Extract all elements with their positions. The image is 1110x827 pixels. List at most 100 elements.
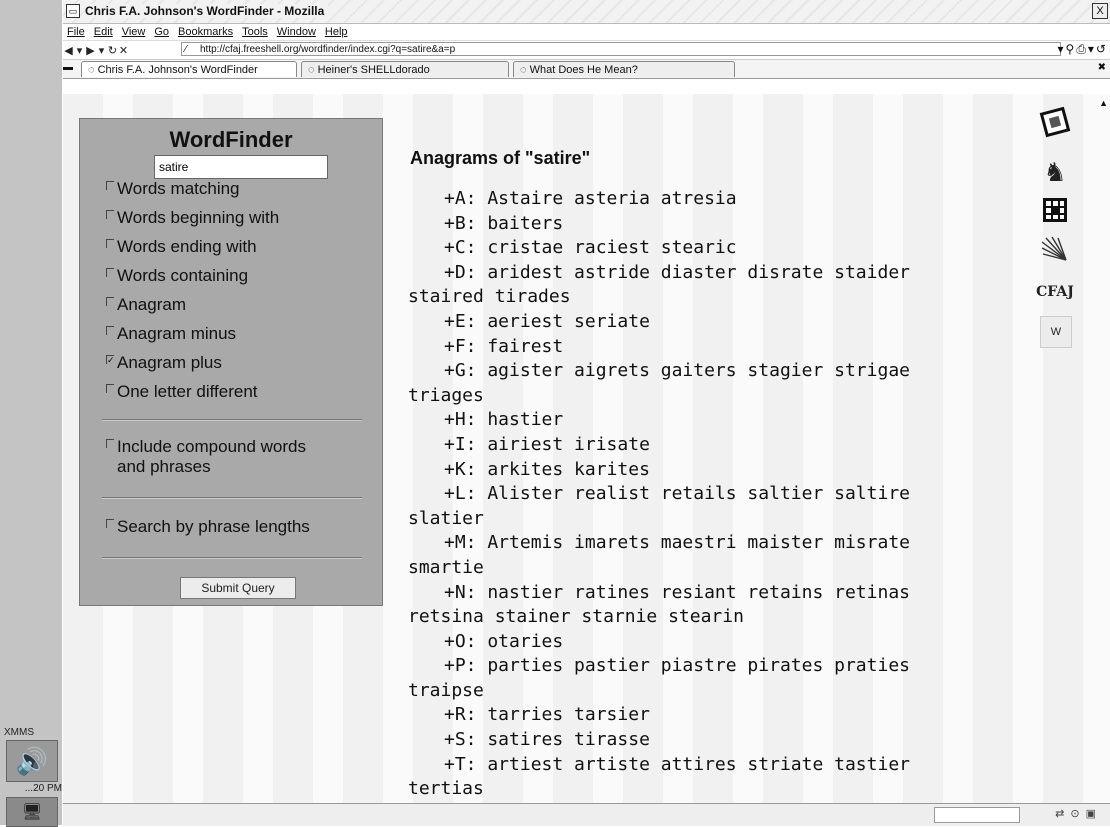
close-tab-icon[interactable]: ✖ [1098, 62, 1106, 73]
menu-file[interactable]: File [67, 26, 85, 38]
compound-line-1: Include compound words [117, 437, 307, 456]
anagram-line-continued: retsina stainer starnie stearin [408, 606, 744, 628]
tab-bar: ▬ ◌ Chris F.A. Johnson's WordFinder ◌ He… [63, 60, 1110, 79]
back-icon[interactable]: ◀ [63, 44, 74, 57]
browser-window: ▭ Chris F.A. Johnson's WordFinder - Mozi… [63, 0, 1110, 826]
anagram-line: +B: baiters [444, 212, 564, 234]
option-anagram[interactable]: Anagram [106, 295, 186, 315]
tab-label: Chris F.A. Johnson's WordFinder [97, 64, 258, 76]
option-label: Words beginning with [117, 208, 280, 227]
crossword-icon[interactable] [1037, 106, 1073, 138]
stop-icon[interactable]: ✕ [118, 44, 129, 57]
anagram-line: +F: fairest [444, 335, 564, 357]
tab-wordfinder[interactable]: ◌ Chris F.A. Johnson's WordFinder [81, 61, 297, 77]
menu-view[interactable]: View [122, 26, 146, 38]
tab-shelldorado[interactable]: ◌ Heiner's SHELLdorado [301, 61, 509, 77]
window-menu-icon[interactable]: ▭ [66, 4, 80, 18]
anagram-line: +E: aeriest seriate [444, 310, 650, 332]
compound-line-2: and phrases [117, 457, 211, 476]
tab-what-does-he-mean[interactable]: ◌ What Does He Mean? [513, 61, 735, 77]
wordfinder-form: WordFinder Words matching Words beginnin… [79, 118, 383, 606]
option-label: One letter different [117, 382, 258, 401]
checkbox[interactable] [106, 384, 114, 393]
anagram-line: +O: otaries [444, 630, 564, 652]
checkbox[interactable] [106, 181, 114, 190]
form-title: WordFinder [169, 127, 293, 152]
anagram-line: +K: arkites karites [444, 458, 650, 480]
anagram-line: +R: tarries tarsier [444, 704, 650, 726]
menu-window[interactable]: Window [277, 26, 316, 38]
anagram-line-continued: slatier [408, 507, 484, 529]
checkbox-checked[interactable]: ✓ [106, 355, 115, 365]
toolbar-right-icons[interactable]: ▾⚲⎙▾↺ [1058, 42, 1109, 57]
reload-icon[interactable]: ↻ [107, 44, 118, 57]
window-title: Chris F.A. Johnson's WordFinder - Mozill… [85, 4, 329, 18]
anagram-line: +S: satires tirasse [444, 729, 650, 751]
scroll-up-icon[interactable]: ▲ [1099, 98, 1108, 108]
anagram-line: +H: hastier [444, 409, 564, 431]
checkbox[interactable] [106, 210, 114, 219]
grid-icon[interactable] [1037, 194, 1073, 226]
option-one-letter-different[interactable]: One letter different [106, 382, 258, 402]
option-label: Anagram plus [117, 353, 222, 372]
new-tab-icon[interactable]: ▬ [63, 62, 77, 73]
option-words-ending[interactable]: Words ending with [106, 237, 257, 257]
option-label: Words ending with [117, 237, 257, 256]
back-dropdown-icon[interactable]: ▾ [74, 44, 85, 57]
navigation-toolbar: ◀ ▾ ▶ ▾ ↻ ✕ ⁄ http://cfaj.freeshell.org/… [63, 41, 1110, 60]
tab-label: What Does He Mean? [529, 64, 638, 76]
anagram-line: +N: nastier ratines resiant retains reti… [444, 581, 910, 603]
cfaj-logo[interactable]: CFAJ [1036, 276, 1074, 308]
anagram-line: +A: Astaire asteria atresia [444, 188, 737, 209]
option-label: Words containing [117, 266, 249, 285]
close-icon[interactable]: X [1092, 3, 1108, 19]
divider [102, 497, 362, 499]
submit-query-button[interactable]: Submit Query [180, 577, 296, 599]
clock: ...20 PM [24, 783, 62, 794]
checkbox[interactable] [106, 326, 114, 335]
option-compound-words[interactable]: Include compound words and phrases [106, 437, 306, 477]
menu-help[interactable]: Help [325, 26, 348, 38]
anagram-line: +G: agister aigrets gaiters stagier stri… [444, 360, 910, 382]
option-anagram-plus[interactable]: ✓ Anagram plus [106, 353, 222, 373]
option-anagram-minus[interactable]: Anagram minus [106, 324, 236, 344]
search-input[interactable] [154, 155, 328, 179]
sidebar-icons: ♞ CFAJ W [1029, 94, 1099, 394]
option-words-matching[interactable]: Words matching [106, 179, 240, 199]
title-bar[interactable]: ▭ Chris F.A. Johnson's WordFinder - Mozi… [63, 0, 1110, 24]
computer-icon[interactable]: 🖥 [6, 797, 58, 827]
checkbox[interactable] [106, 268, 114, 277]
option-phrase-lengths[interactable]: Search by phrase lengths [106, 517, 310, 537]
checkbox[interactable] [106, 439, 114, 448]
wordfinder-logo[interactable]: W [1040, 316, 1072, 348]
checkbox[interactable] [106, 297, 114, 306]
anagram-line: +P: parties pastier piastre pirates prat… [444, 655, 910, 677]
option-label: Search by phrase lengths [117, 517, 310, 536]
anagram-line: +C: cristae raciest stearic [444, 237, 737, 259]
divider [102, 557, 362, 559]
anagram-line-continued: staired tirades [408, 286, 571, 308]
option-label: Anagram [117, 295, 186, 314]
desktop-panel: XMMS 🔊 ...20 PM 🖥 [0, 0, 62, 827]
knight-icon[interactable]: ♞ [1037, 156, 1073, 188]
checkbox[interactable] [106, 239, 114, 248]
progress-field [934, 807, 1020, 823]
option-words-containing[interactable]: Words containing [106, 266, 248, 286]
anagram-line-continued: smartie [408, 556, 484, 578]
anagram-line-continued: triages [408, 384, 484, 406]
forward-icon[interactable]: ▶ [85, 44, 96, 57]
option-label: Anagram minus [117, 324, 237, 343]
anagram-line: +T: artiest artiste attires striate tast… [444, 753, 910, 775]
xmms-label: XMMS [4, 727, 34, 738]
forward-dropdown-icon[interactable]: ▾ [96, 44, 107, 57]
fan-icon[interactable] [1037, 234, 1073, 266]
menu-edit[interactable]: Edit [94, 26, 113, 38]
speaker-icon[interactable]: 🔊 [6, 740, 58, 782]
option-words-beginning[interactable]: Words beginning with [106, 208, 279, 228]
menu-go[interactable]: Go [154, 26, 169, 38]
url-bar[interactable]: ⁄ http://cfaj.freeshell.org/wordfinder/i… [181, 42, 1061, 56]
menu-bookmarks[interactable]: Bookmarks [178, 26, 233, 38]
menu-tools[interactable]: Tools [242, 26, 268, 38]
checkbox[interactable] [106, 519, 114, 528]
status-icons[interactable]: ⇄⊙▣ [1055, 807, 1102, 820]
